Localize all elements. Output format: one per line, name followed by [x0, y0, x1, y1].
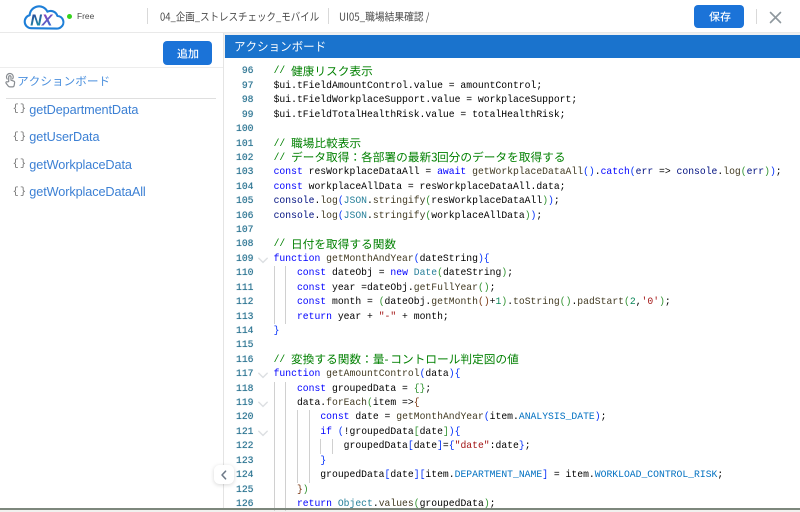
svg-text:N: N: [30, 13, 42, 30]
svg-text:X: X: [41, 13, 54, 30]
